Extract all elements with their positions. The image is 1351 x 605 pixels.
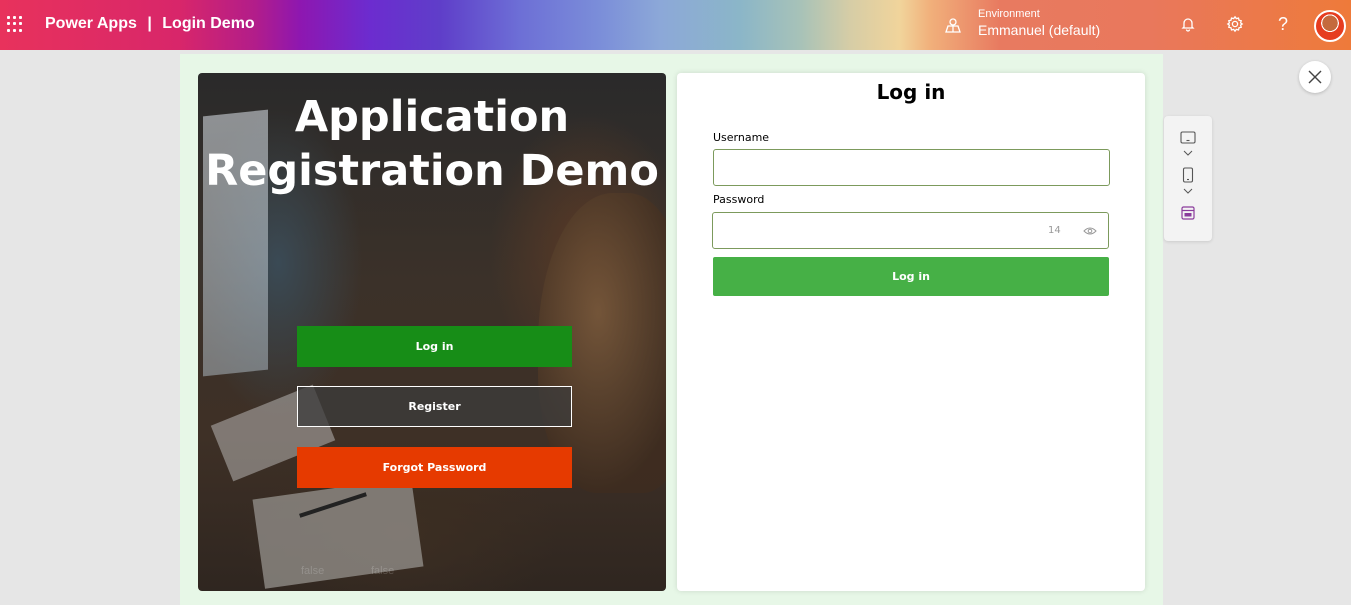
chevron-down-icon[interactable] [1183, 150, 1193, 156]
app-heading: Application Registration Demo [198, 90, 666, 198]
notifications-button[interactable] [1177, 13, 1199, 35]
app-header: Power Apps | Login Demo Environment Emma… [0, 0, 1351, 50]
environment-icon[interactable] [944, 16, 962, 34]
login-title: Log in [876, 80, 946, 104]
password-length-counter: 14 [1048, 225, 1061, 236]
submit-login-button[interactable]: Log in [713, 257, 1109, 296]
app-title: Power Apps | Login Demo [45, 15, 255, 33]
tablet-icon[interactable] [1180, 131, 1196, 144]
notebook-illustration [252, 477, 424, 589]
register-button[interactable]: Register [297, 386, 572, 427]
web-preview-icon[interactable] [1181, 206, 1195, 220]
password-label: Password [713, 193, 765, 206]
title-separator: | [147, 15, 152, 32]
heading-line-2: Registration Demo [205, 146, 659, 196]
environment-selector[interactable]: Emmanuel (default) [978, 22, 1100, 38]
eye-icon[interactable] [1083, 226, 1097, 236]
chevron-down-icon[interactable] [1183, 188, 1193, 194]
username-label: Username [713, 131, 770, 144]
heading-line-1: Application [294, 92, 570, 142]
close-preview-button[interactable] [1299, 61, 1331, 93]
gear-icon [1226, 15, 1244, 33]
username-input[interactable] [713, 149, 1110, 186]
environment-label: Environment [978, 8, 1040, 20]
close-icon [1308, 70, 1322, 84]
login-button[interactable]: Log in [297, 326, 572, 367]
settings-button[interactable] [1224, 13, 1246, 35]
forgot-password-button[interactable]: Forgot Password [297, 447, 572, 488]
waffle-icon[interactable] [5, 14, 25, 34]
hidden-label-1: false [301, 565, 325, 577]
bell-icon [1181, 18, 1195, 32]
phone-icon[interactable] [1182, 167, 1194, 183]
help-button[interactable]: ? [1272, 13, 1294, 35]
app-name: Login Demo [162, 15, 255, 32]
user-avatar[interactable] [1314, 10, 1346, 42]
hidden-label-2: false [371, 565, 395, 577]
device-selector-bar [1164, 116, 1212, 241]
product-name: Power Apps [45, 15, 137, 32]
